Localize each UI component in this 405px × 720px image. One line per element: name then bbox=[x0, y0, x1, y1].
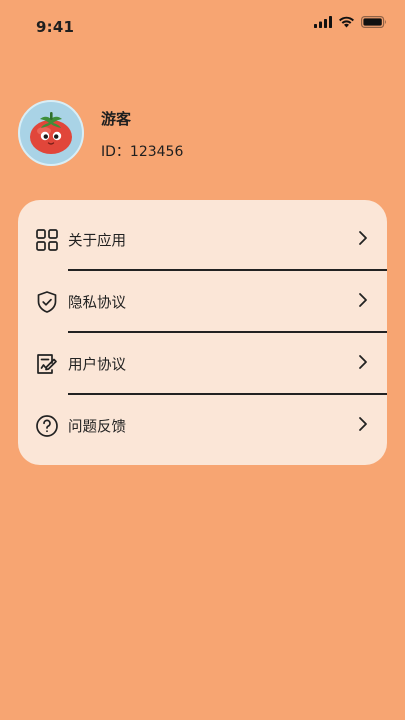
user-id: ID：123456 bbox=[101, 143, 184, 160]
profile-text: 游客 ID：123456 bbox=[101, 106, 183, 161]
menu-item-label: 用户协议 bbox=[68, 357, 126, 374]
avatar[interactable] bbox=[18, 100, 84, 166]
status-time: 9:41 bbox=[36, 18, 75, 36]
menu-item-label: 隐私协议 bbox=[68, 295, 126, 312]
chevron-right-icon bbox=[357, 416, 369, 436]
user-profile: 游客 ID：123456 bbox=[18, 100, 183, 166]
menu-item-about-app[interactable]: 关于应用 bbox=[18, 209, 387, 271]
shield-check-icon bbox=[34, 289, 60, 315]
wifi-icon bbox=[338, 16, 355, 28]
tomato-avatar-icon bbox=[25, 107, 77, 159]
username: 游客 bbox=[101, 109, 132, 128]
status-bar: 9:41 bbox=[0, 0, 405, 56]
chevron-right-icon bbox=[357, 230, 369, 250]
chevron-right-icon bbox=[357, 354, 369, 374]
menu-item-label: 关于应用 bbox=[68, 233, 126, 250]
menu-item-label: 问题反馈 bbox=[68, 419, 126, 436]
menu-item-user-agreement[interactable]: 用户协议 bbox=[18, 333, 387, 395]
menu-item-feedback[interactable]: 问题反馈 bbox=[18, 395, 387, 457]
grid-icon bbox=[34, 227, 60, 253]
document-edit-icon bbox=[34, 351, 60, 377]
menu-item-privacy-policy[interactable]: 隐私协议 bbox=[18, 271, 387, 333]
menu-card: 关于应用 隐私协议 用户协议 问题反馈 bbox=[18, 200, 387, 465]
status-icons bbox=[314, 16, 387, 28]
signal-icon bbox=[314, 16, 332, 28]
question-circle-icon bbox=[34, 413, 60, 439]
battery-icon bbox=[361, 16, 387, 28]
chevron-right-icon bbox=[357, 292, 369, 312]
